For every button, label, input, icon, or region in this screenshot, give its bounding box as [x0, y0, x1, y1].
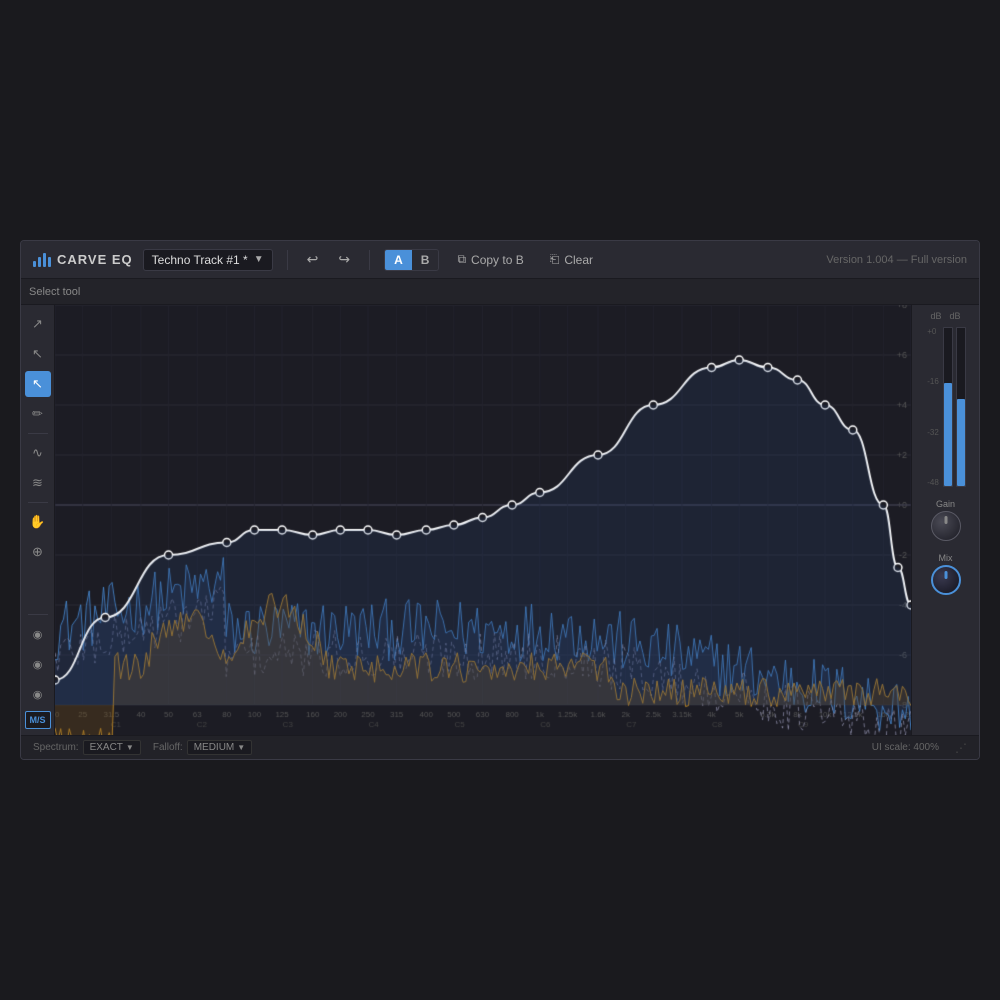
channel1-button[interactable]: ◉ — [25, 621, 51, 647]
gain-knob-container: Gain — [931, 499, 961, 541]
arrow-tool-button[interactable]: ↗ — [25, 311, 51, 337]
preset-arrow-icon: ▼ — [254, 254, 264, 265]
main-area: ↗ ↖ ↖ ✏ ∿ ≋ ✋ ⊕ ◉ ◉ ◉ M/S dB — [21, 305, 979, 735]
meter-label-16: -16 — [927, 377, 939, 386]
db-left-label: dB — [930, 311, 941, 321]
meter-label-48: -48 — [927, 478, 939, 487]
smooth-tool-button[interactable]: ≋ — [25, 470, 51, 496]
eq-display[interactable] — [55, 305, 911, 735]
mix-label: Mix — [939, 553, 953, 563]
spectrum-selector[interactable]: EXACT ▼ — [83, 740, 141, 755]
spectrum-chevron-icon: ▼ — [126, 743, 134, 752]
bottom-bar: Spectrum: EXACT ▼ Falloff: MEDIUM ▼ UI s… — [21, 735, 979, 759]
select-tool-button[interactable]: ↖ — [25, 341, 51, 367]
copy-icon: ⧉ — [457, 252, 466, 267]
right-panel: dB dB +0 -16 -32 -48 — [911, 305, 979, 735]
logo-icon — [33, 253, 51, 267]
resize-handle[interactable]: ⋰ — [955, 741, 967, 755]
eq-canvas[interactable] — [55, 305, 911, 735]
tool-hint: Select tool — [29, 286, 80, 298]
undo-button[interactable]: ↩ — [302, 249, 324, 270]
meter-labels: +0 -16 -32 -48 — [925, 327, 941, 487]
meter-bar-right — [956, 327, 966, 487]
curve-tool-button[interactable]: ∿ — [25, 440, 51, 466]
mix-knob[interactable] — [931, 565, 961, 595]
ab-group: A B — [384, 249, 439, 271]
db-right-label: dB — [950, 311, 961, 321]
tool-separator — [28, 433, 48, 434]
meter-label-32: -32 — [927, 428, 939, 437]
channel2-button[interactable]: ◉ — [25, 651, 51, 677]
clear-button[interactable]: ⎗ Clear — [542, 249, 601, 270]
redo-button[interactable]: ↪ — [333, 249, 355, 270]
gain-knob[interactable] — [931, 511, 961, 541]
falloff-label: Falloff: — [153, 742, 183, 753]
gain-knob-indicator — [944, 516, 947, 524]
left-toolbar: ↗ ↖ ↖ ✏ ∿ ≋ ✋ ⊕ ◉ ◉ ◉ M/S — [21, 305, 55, 735]
mix-knob-indicator — [944, 571, 947, 579]
meter-bar-left — [943, 327, 953, 487]
falloff-control: Falloff: MEDIUM ▼ — [153, 740, 252, 755]
a-button[interactable]: A — [385, 250, 412, 270]
meter-label-0: +0 — [927, 327, 939, 336]
gain-label: Gain — [936, 499, 955, 509]
plugin-window: CARVE EQ Techno Track #1 * ▼ ↩ ↪ A B ⧉ C… — [20, 240, 980, 760]
separator — [369, 250, 370, 270]
logo: CARVE EQ — [33, 252, 133, 267]
toolbar-row: Select tool — [21, 279, 979, 305]
hand-tool-button[interactable]: ✋ — [25, 509, 51, 535]
pointer-tool-button[interactable]: ↖ — [25, 371, 51, 397]
ms-button[interactable]: M/S — [25, 711, 51, 729]
channel3-button[interactable]: ◉ — [25, 681, 51, 707]
meter-fill-left — [944, 383, 952, 486]
meter-fill-right — [957, 399, 965, 486]
level-meter — [943, 327, 966, 487]
falloff-selector[interactable]: MEDIUM ▼ — [187, 740, 252, 755]
spectrum-label: Spectrum: — [33, 742, 79, 753]
separator — [287, 250, 288, 270]
clear-icon: ⎗ — [550, 252, 560, 267]
version-text: Version 1.004 — Full version — [826, 254, 967, 266]
ui-scale: UI scale: 400% — [872, 742, 939, 753]
top-bar: CARVE EQ Techno Track #1 * ▼ ↩ ↪ A B ⧉ C… — [21, 241, 979, 279]
pencil-tool-button[interactable]: ✏ — [25, 401, 51, 427]
zoom-tool-button[interactable]: ⊕ — [25, 539, 51, 565]
copy-to-b-button[interactable]: ⧉ Copy to B — [449, 249, 531, 270]
b-button[interactable]: B — [412, 250, 439, 270]
tool-separator — [28, 614, 48, 615]
mix-knob-container: Mix — [931, 553, 961, 595]
falloff-chevron-icon: ▼ — [237, 743, 245, 752]
spectrum-control: Spectrum: EXACT ▼ — [33, 740, 141, 755]
preset-selector[interactable]: Techno Track #1 * ▼ — [143, 249, 273, 271]
tool-separator — [28, 502, 48, 503]
channel-buttons: ◉ ◉ ◉ M/S — [25, 612, 51, 729]
